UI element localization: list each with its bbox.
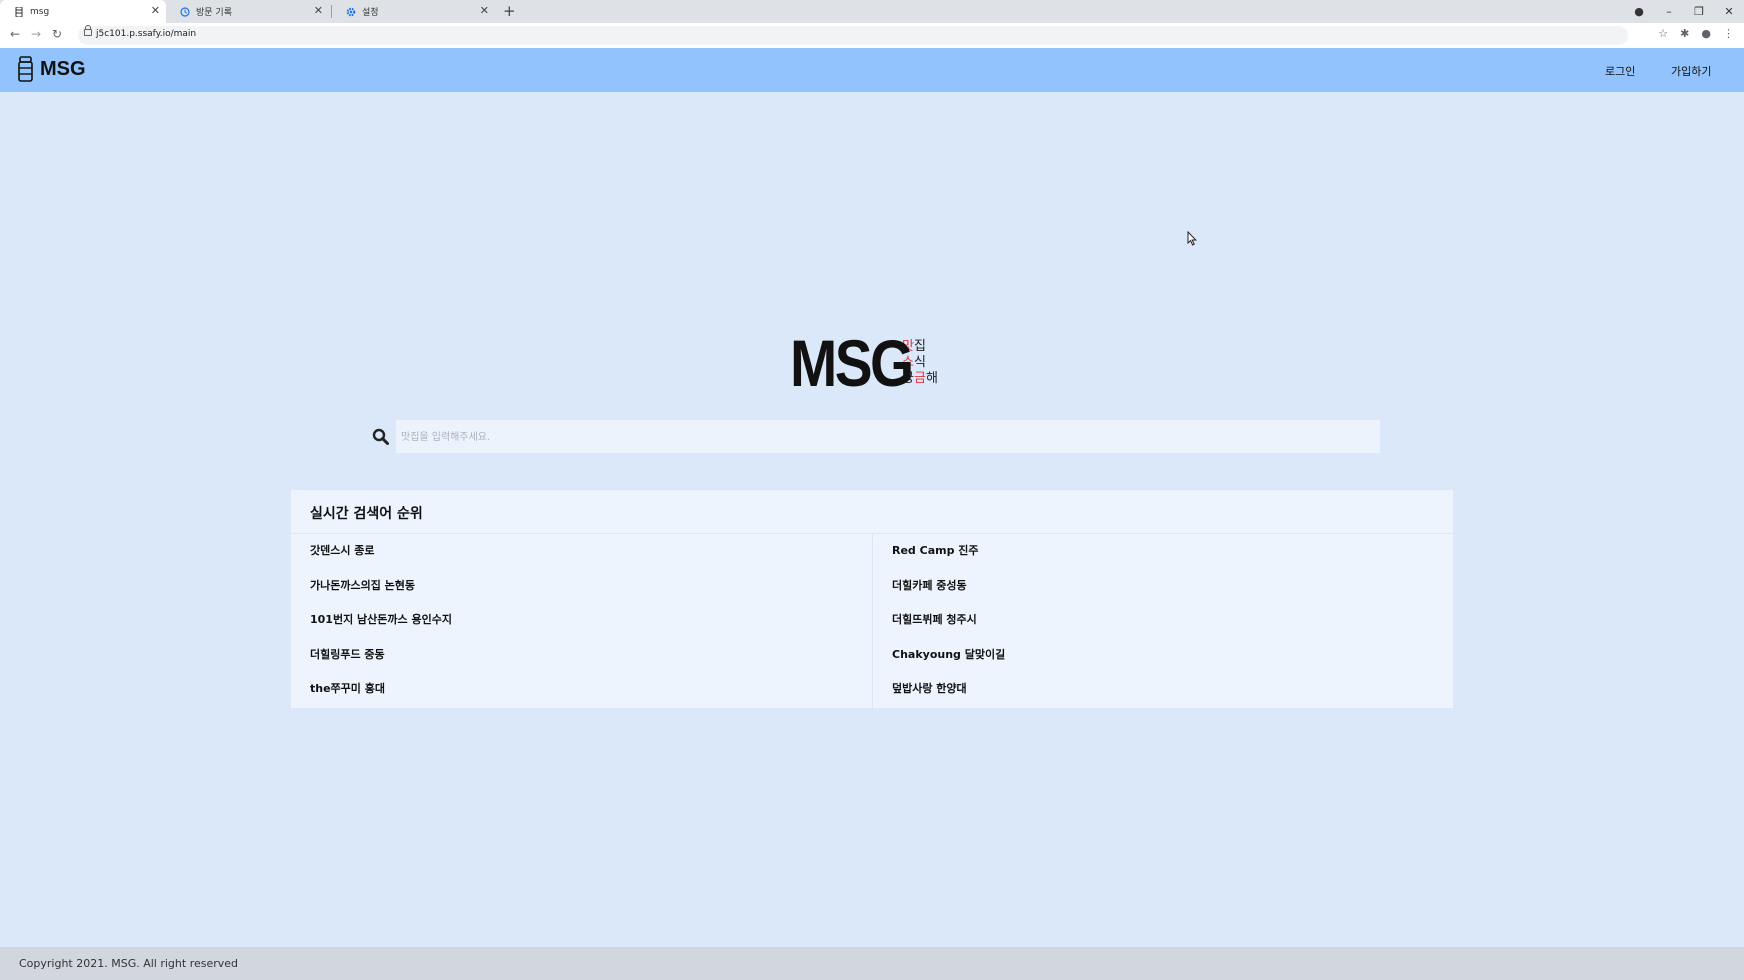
mouse-cursor-icon <box>1187 231 1197 246</box>
reload-icon[interactable]: ↻ <box>52 27 62 41</box>
tab-title: 설정 <box>362 8 379 18</box>
bookmark-star-icon[interactable]: ☆ <box>1658 27 1668 40</box>
ranking-column-right: Red Camp 진주 더힐카페 중성동 더힐뜨뷔페 청주시 Chakyoung… <box>892 534 1452 707</box>
extensions-icon[interactable]: ✱ <box>1680 27 1689 40</box>
close-icon[interactable]: ✕ <box>151 4 160 17</box>
ranking-panel: 실시간 검색어 순위 갓덴스시 종로 가나돈까스의집 논현동 101번지 남산돈… <box>291 490 1453 708</box>
ranking-item[interactable]: Red Camp 진주 <box>892 534 1452 569</box>
ranking-item[interactable]: 더힐뜨뷔페 청주시 <box>892 603 1452 638</box>
ranking-item[interactable]: 더힐카페 중성동 <box>892 569 1452 604</box>
logo-icon <box>18 56 33 82</box>
search-bar <box>364 420 1380 455</box>
divider <box>872 534 873 708</box>
copyright-text: Copyright 2021. MSG. All right reserved <box>19 957 239 970</box>
window-close-icon[interactable]: ✕ <box>1714 5 1744 18</box>
app-icon <box>14 6 24 17</box>
window-controls: ● – ❐ ✕ <box>1624 0 1744 23</box>
ranking-item[interactable]: the쭈꾸미 홍대 <box>310 672 870 707</box>
tab-history[interactable]: 방문 기록 ✕ <box>166 0 329 23</box>
ranking-item[interactable]: Chakyoung 달맞이길 <box>892 638 1452 673</box>
lock-icon <box>84 25 92 36</box>
profile-icon[interactable]: ● <box>1624 5 1654 18</box>
tagline-char: 금 <box>913 371 926 386</box>
ranking-item[interactable]: 덮밥사랑 한양대 <box>892 672 1452 707</box>
address-bar[interactable]: j5c101.p.ssafy.io/main <box>78 25 1628 45</box>
tab-msg[interactable]: msg ✕ <box>0 0 166 23</box>
search-input[interactable] <box>399 420 1363 455</box>
close-icon[interactable]: ✕ <box>480 4 489 17</box>
browser-tabstrip: msg ✕ 방문 기록 ✕ 설정 ✕ + ● – ❐ ✕ <box>0 0 1744 23</box>
ranking-title: 실시간 검색어 순위 <box>310 506 423 522</box>
ranking-item[interactable]: 더힐링푸드 중동 <box>310 638 870 673</box>
menu-icon[interactable]: ⋮ <box>1723 27 1734 40</box>
close-icon[interactable]: ✕ <box>314 4 323 17</box>
tab-settings[interactable]: 설정 ✕ <box>332 0 495 23</box>
minimize-icon[interactable]: – <box>1654 5 1684 18</box>
search-icon[interactable] <box>364 420 396 453</box>
hero-title: MSG <box>790 326 914 400</box>
history-icon <box>180 6 190 17</box>
browser-toolbar: ← → ↻ j5c101.p.ssafy.io/main ☆ ✱ ● ⋮ <box>0 23 1744 49</box>
gear-icon <box>346 7 356 17</box>
account-icon[interactable]: ● <box>1701 27 1711 40</box>
tagline-char: 집 <box>913 339 926 354</box>
forward-icon[interactable]: → <box>31 27 41 41</box>
tagline-char: 해 <box>925 371 938 386</box>
url-text: j5c101.p.ssafy.io/main <box>96 29 197 39</box>
app-header: MSG 로그인 가입하기 <box>0 48 1744 92</box>
tab-title: msg <box>30 6 50 17</box>
ranking-item[interactable]: 가나돈까스의집 논현동 <box>310 569 870 604</box>
restore-icon[interactable]: ❐ <box>1684 5 1714 18</box>
tagline-char: 식 <box>913 355 926 370</box>
login-link[interactable]: 로그인 <box>1605 63 1635 79</box>
ranking-column-left: 갓덴스시 종로 가나돈까스의집 논현동 101번지 남산돈까스 용인수지 더힐링… <box>310 534 870 707</box>
footer: Copyright 2021. MSG. All right reserved <box>0 947 1744 980</box>
ranking-item[interactable]: 101번지 남산돈까스 용인수지 <box>310 603 870 638</box>
hero-logo: MSG 맛집 소식 궁금해 <box>790 330 938 396</box>
tab-title: 방문 기록 <box>196 8 232 18</box>
back-icon[interactable]: ← <box>10 27 20 41</box>
signup-link[interactable]: 가입하기 <box>1671 63 1711 79</box>
new-tab-icon[interactable]: + <box>503 2 516 20</box>
logo-text: MSG <box>40 57 86 80</box>
logo[interactable]: MSG <box>18 56 86 82</box>
ranking-item[interactable]: 갓덴스시 종로 <box>310 534 870 569</box>
